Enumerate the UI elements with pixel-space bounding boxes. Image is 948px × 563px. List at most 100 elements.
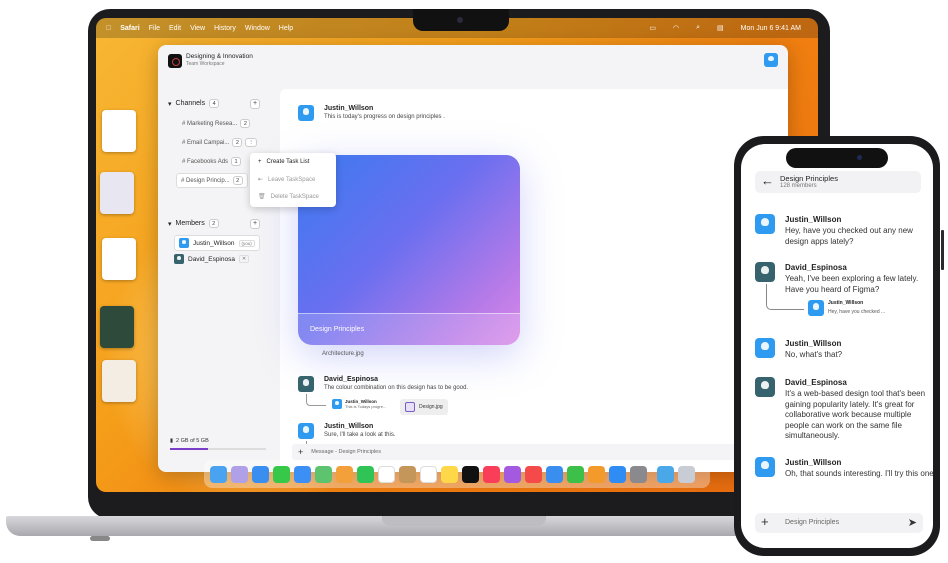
notes-icon[interactable] bbox=[441, 465, 458, 483]
chevron-down-icon: ▾ bbox=[168, 220, 172, 228]
settings-icon[interactable] bbox=[630, 465, 647, 483]
search-icon[interactable]: ⌕ bbox=[696, 24, 700, 32]
member-name: David_Espinosa bbox=[188, 255, 235, 263]
reply-connector bbox=[306, 394, 326, 406]
phone-side-button bbox=[941, 230, 944, 270]
numbers-icon[interactable] bbox=[567, 465, 584, 483]
leave-taskspace-item[interactable]: ⇤ Leave TaskSpace bbox=[258, 176, 316, 184]
member-count: 128 members bbox=[780, 183, 817, 189]
channel-count-badge: 2 bbox=[232, 138, 243, 147]
sidebar-item-email-campaign[interactable]: # Email Campai... 2 ⋮ bbox=[182, 138, 257, 147]
menu-status-area: ▭ ◠ ⌕ ▤ Mon Jun 6 9:41 AM bbox=[649, 18, 810, 38]
control-center-icon[interactable]: ▤ bbox=[717, 24, 724, 32]
calendar-icon[interactable] bbox=[378, 465, 395, 483]
message-author: Justin_Willson bbox=[785, 339, 842, 348]
chat-title: Design Principles bbox=[780, 174, 838, 183]
member-item-justin[interactable]: Justin_Willson (you) bbox=[174, 235, 260, 251]
downloads-folder-icon[interactable] bbox=[657, 465, 674, 483]
reply-preview[interactable]: Justin_Willson Hey, have you checked ... bbox=[808, 300, 885, 316]
add-attachment-icon[interactable]: + bbox=[298, 447, 303, 457]
message-text: No, what's that? bbox=[785, 350, 843, 359]
news-icon[interactable] bbox=[525, 465, 542, 483]
create-task-list-item[interactable]: + Create Task List bbox=[258, 159, 309, 165]
facetime-icon[interactable] bbox=[357, 465, 374, 483]
avatar bbox=[298, 105, 314, 121]
message-text: The colour combination on this design ha… bbox=[324, 385, 469, 391]
message-text: Sure, I'll take a look at this. bbox=[324, 432, 396, 438]
menu-help[interactable]: Help bbox=[279, 25, 293, 32]
message-text: Oh, that sounds interesting. I'll try th… bbox=[785, 469, 933, 478]
file-attachment[interactable]: Design.jpg bbox=[400, 399, 448, 415]
message-composer[interactable]: + Message - Design Principles bbox=[292, 444, 788, 460]
reply-preview[interactable]: Justin_Willson This is Todays progre... bbox=[332, 399, 386, 409]
menu-window[interactable]: Window bbox=[245, 25, 270, 32]
sidebar-item-facebook-ads[interactable]: # Facebooks Ads 1 bbox=[182, 157, 242, 166]
mail-icon[interactable] bbox=[294, 465, 311, 483]
member-item-david[interactable]: David_Espinosa ✕ bbox=[174, 254, 250, 264]
maps-icon[interactable] bbox=[315, 465, 332, 483]
menu-clock[interactable]: Mon Jun 6 9:41 AM bbox=[741, 25, 801, 32]
message-composer[interactable]: + Design Principles ➤ bbox=[755, 513, 923, 533]
avatar bbox=[332, 399, 342, 409]
stage-thumb-maps[interactable] bbox=[100, 306, 134, 348]
message-text: Yeah, I've been exploring a few lately. … bbox=[785, 274, 919, 294]
avatar bbox=[174, 254, 184, 264]
add-member-button[interactable]: + bbox=[250, 219, 260, 229]
message-author: Justin_Willson bbox=[324, 423, 374, 430]
laptop-base-notch bbox=[382, 516, 546, 526]
channels-label: Channels bbox=[175, 100, 206, 107]
menu-app-name[interactable]: Safari bbox=[120, 25, 139, 32]
launchpad-icon[interactable] bbox=[231, 465, 248, 483]
send-icon[interactable]: ➤ bbox=[908, 516, 917, 529]
pages-icon[interactable] bbox=[588, 465, 605, 483]
workspace-app-window: Designing & Innovation Team Workspace ▾ … bbox=[158, 45, 788, 472]
avatar bbox=[755, 214, 775, 234]
messages-icon[interactable] bbox=[273, 465, 290, 483]
trash-icon[interactable] bbox=[678, 465, 695, 483]
workspace-logo[interactable] bbox=[168, 54, 182, 68]
apple-icon[interactable]:  bbox=[106, 25, 111, 32]
message-text: This is today's progress on design princ… bbox=[324, 114, 445, 120]
menu-view[interactable]: View bbox=[190, 25, 205, 32]
delete-taskspace-item[interactable]: 🗑 Delete TaskSpace bbox=[258, 193, 319, 201]
dock bbox=[204, 460, 710, 488]
menu-file[interactable]: File bbox=[149, 25, 160, 32]
pen-icon bbox=[405, 402, 415, 412]
photos-icon[interactable] bbox=[336, 465, 353, 483]
members-header[interactable]: ▾ Members 2 bbox=[168, 219, 219, 228]
tv-icon[interactable] bbox=[462, 465, 479, 483]
contacts-icon[interactable] bbox=[399, 465, 416, 483]
sidebar-item-design-principles[interactable]: # Design Princip... 2 bbox=[176, 173, 248, 188]
menu-history[interactable]: History bbox=[214, 25, 236, 32]
app-store-icon[interactable] bbox=[609, 465, 626, 483]
stage-thumb-news[interactable] bbox=[102, 110, 136, 152]
add-attachment-icon[interactable]: + bbox=[761, 514, 769, 529]
more-options-icon[interactable]: ⋮ bbox=[245, 138, 257, 147]
stage-thumb-photos[interactable] bbox=[100, 172, 134, 214]
keynote-icon[interactable] bbox=[546, 465, 563, 483]
remove-member-icon[interactable]: ✕ bbox=[238, 255, 250, 263]
profile-button[interactable] bbox=[764, 53, 778, 67]
safari-icon[interactable] bbox=[252, 465, 269, 483]
members-label: Members bbox=[175, 220, 205, 227]
music-icon[interactable] bbox=[483, 465, 500, 483]
menu-edit[interactable]: Edit bbox=[169, 25, 181, 32]
back-arrow-icon[interactable]: ← bbox=[761, 173, 774, 188]
workspace-name: Designing & Innovation bbox=[186, 53, 253, 60]
add-channel-button[interactable]: + bbox=[250, 99, 260, 109]
trash-icon: 🗑 bbox=[258, 194, 266, 200]
channels-header[interactable]: ▾ Channels 4 bbox=[168, 99, 220, 108]
stage-thumb-calendar[interactable] bbox=[102, 238, 136, 280]
leave-icon: ⇤ bbox=[258, 177, 264, 183]
storage-bar-fill bbox=[170, 448, 209, 450]
finder-icon[interactable] bbox=[210, 465, 227, 483]
reminders-icon[interactable] bbox=[420, 465, 437, 483]
reply-author: Justin_Willson bbox=[828, 300, 864, 306]
battery-icon[interactable]: ▭ bbox=[649, 24, 656, 32]
avatar bbox=[298, 376, 314, 392]
wifi-icon[interactable]: ◠ bbox=[673, 24, 679, 32]
sidebar-item-marketing-research[interactable]: # Marketing Resea... 2 bbox=[182, 119, 251, 128]
menu-item-label: Leave TaskSpace bbox=[268, 176, 316, 183]
stage-thumb-recipes[interactable] bbox=[102, 360, 136, 402]
podcasts-icon[interactable] bbox=[504, 465, 521, 483]
